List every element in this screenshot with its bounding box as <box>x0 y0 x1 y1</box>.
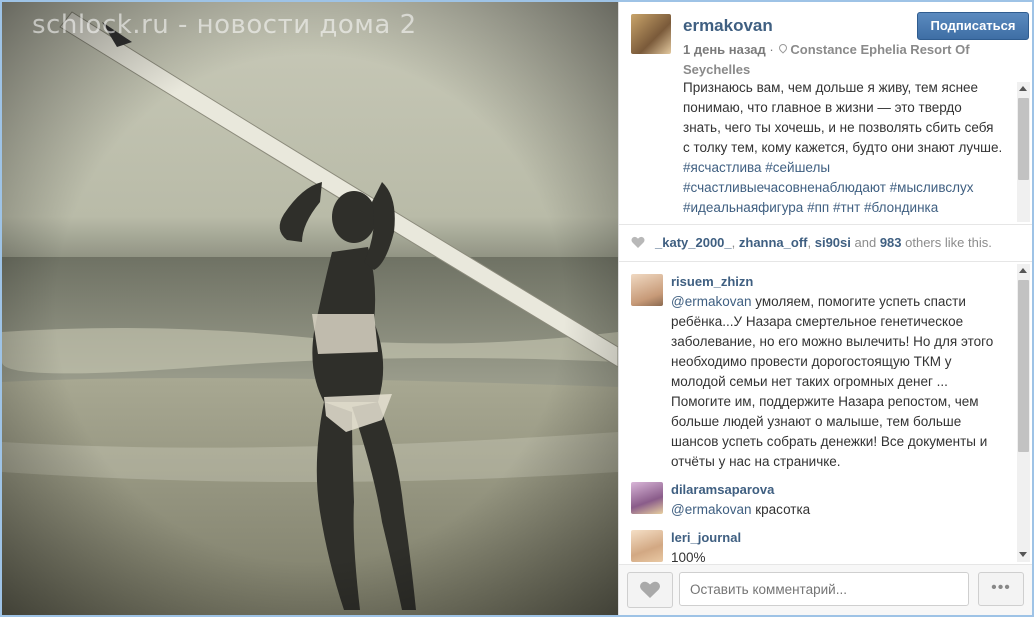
commenter-username[interactable]: dilaramsaparova <box>671 482 774 497</box>
liker-2[interactable]: zhanna_off <box>739 235 808 250</box>
comments-list[interactable]: risuem_zhizn @ermakovan умоляем, помогит… <box>619 264 1015 564</box>
likes-count[interactable]: 983 <box>880 235 902 250</box>
caption-scroll-area[interactable]: Признаюсь вам, чем дольше я живу, тем яс… <box>619 78 1015 220</box>
heart-icon <box>631 236 645 248</box>
like-button[interactable] <box>627 572 673 608</box>
likes-row: _katy_2000_, zhanna_off, si90si and 983 … <box>619 224 1032 262</box>
likes-separator: , <box>731 235 739 250</box>
comment-text: @ermakovan умоляем, помогите успеть спас… <box>671 292 997 472</box>
comment-body: 100% <box>671 550 706 564</box>
likes-summary: _katy_2000_, zhanna_off, si90si and 983 … <box>655 235 992 250</box>
likes-suffix: others like this. <box>901 235 992 250</box>
post-photo: schlock.ru - новости дома 2 <box>2 2 618 615</box>
caption-text: Признаюсь вам, чем дольше я живу, тем яс… <box>683 80 1003 155</box>
commenter-avatar[interactable] <box>631 530 663 562</box>
comment-body: красотка <box>751 502 811 517</box>
comment-mention[interactable]: @ermakovan <box>671 294 752 309</box>
comment-text: @ermakovan красотка <box>671 500 997 520</box>
commenter-username[interactable]: leri_journal <box>671 530 741 545</box>
commenter-username[interactable]: risuem_zhizn <box>671 274 753 289</box>
post-meta: 1 день назад · Constance Ephelia Resort … <box>683 40 973 80</box>
post-details-panel: ermakovan Подписаться 1 день назад · Con… <box>618 2 1032 615</box>
liker-3[interactable]: si90si <box>815 235 851 250</box>
scroll-down-arrow-icon[interactable] <box>1019 552 1027 557</box>
comment-text: 100% <box>671 548 997 564</box>
comment-footer: ••• <box>619 564 1032 615</box>
comment-mention[interactable]: @ermakovan <box>671 502 752 517</box>
author-username[interactable]: ermakovan <box>683 16 773 36</box>
watermark-text: schlock.ru - новости дома 2 <box>32 10 417 40</box>
hashtags-line-3[interactable]: #идеальнаяфигура #пп #тнт #блондинка <box>683 200 938 215</box>
hashtags-line-1[interactable]: #ясчастлива #сейшелы <box>683 160 830 175</box>
comment-input[interactable] <box>679 572 969 606</box>
comments-scroll-thumb[interactable] <box>1018 280 1029 452</box>
comments-scrollbar[interactable] <box>1017 264 1030 562</box>
meta-separator: · <box>769 42 774 57</box>
liker-1[interactable]: _katy_2000_ <box>655 235 732 250</box>
follow-button[interactable]: Подписаться <box>917 12 1029 40</box>
likes-and-text: and <box>850 235 880 250</box>
author-avatar[interactable] <box>631 14 671 54</box>
commenter-avatar[interactable] <box>631 274 663 306</box>
likes-separator: , <box>807 235 815 250</box>
post-header: ermakovan Подписаться 1 день назад · Con… <box>619 2 1032 82</box>
beach-surfer-image <box>2 2 618 615</box>
heart-icon <box>640 581 660 598</box>
more-options-button[interactable]: ••• <box>978 572 1024 606</box>
caption-scroll-thumb[interactable] <box>1018 98 1029 180</box>
post-time[interactable]: 1 день назад <box>683 42 766 57</box>
caption-scrollbar[interactable] <box>1017 82 1030 233</box>
location-pin-icon <box>779 44 787 55</box>
post-caption: Признаюсь вам, чем дольше я живу, тем яс… <box>683 78 1003 218</box>
scroll-up-arrow-icon[interactable] <box>1019 268 1027 273</box>
hashtags-line-2[interactable]: #счастливыечасовненаблюдают #мысливслух <box>683 180 973 195</box>
commenter-avatar[interactable] <box>631 482 663 514</box>
scroll-up-arrow-icon[interactable] <box>1019 86 1027 91</box>
instagram-post-window: schlock.ru - новости дома 2 ermakovan По… <box>0 0 1034 617</box>
comment-body: умоляем, помогите успеть спасти ребёнка.… <box>671 294 994 469</box>
